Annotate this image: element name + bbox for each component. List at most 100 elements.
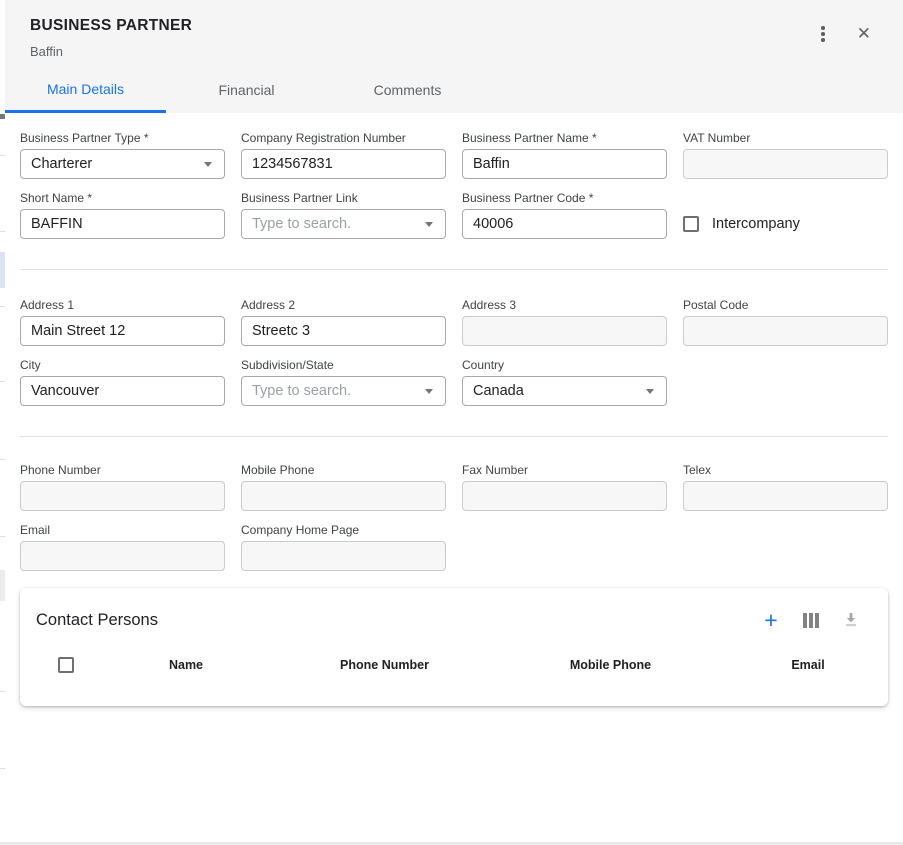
city-input[interactable] xyxy=(20,376,225,406)
field-subdivision-state: Subdivision/State Type to search. xyxy=(241,358,446,406)
tab-financial[interactable]: Financial xyxy=(166,67,327,113)
export-button[interactable] xyxy=(840,609,862,631)
field-label: Fax Number xyxy=(462,463,667,477)
field-vat-number: VAT Number xyxy=(683,131,888,179)
field-company-registration-number: Company Registration Number xyxy=(241,131,446,179)
subdivision-state-select[interactable]: Type to search. xyxy=(241,376,446,406)
field-label: Company Home Page xyxy=(241,523,446,537)
tab-main-details[interactable]: Main Details xyxy=(5,67,166,113)
field-label: Country xyxy=(462,358,667,372)
choose-columns-button[interactable] xyxy=(800,609,822,631)
field-label: Short Name * xyxy=(20,191,225,205)
field-address1: Address 1 xyxy=(20,298,225,346)
field-business-partner-code: Business Partner Code * xyxy=(462,191,667,239)
field-country: Country Canada xyxy=(462,358,667,406)
company-home-page-input[interactable] xyxy=(241,541,446,571)
short-name-input[interactable] xyxy=(20,209,225,239)
tab-bar: Main Details Financial Comments xyxy=(5,67,488,113)
contact-persons-card: Contact Persons + xyxy=(20,588,888,706)
business-partner-type-select[interactable]: Charterer xyxy=(20,149,225,179)
address3-input[interactable] xyxy=(462,316,667,346)
mobile-phone-input[interactable] xyxy=(241,481,446,511)
column-header-mobile-phone: Mobile Phone xyxy=(493,658,728,672)
download-icon xyxy=(843,612,859,628)
tab-comments[interactable]: Comments xyxy=(327,67,488,113)
field-telex: Telex xyxy=(683,463,888,511)
intercompany-label: Intercompany xyxy=(712,216,800,232)
business-partner-link-select[interactable]: Type to search. xyxy=(241,209,446,239)
screen: BUSINESS PARTNER Baffin ✕ Main Details F… xyxy=(0,0,903,845)
business-partner-name-input[interactable] xyxy=(462,149,667,179)
background-page-edge xyxy=(0,0,5,845)
kebab-menu-icon[interactable] xyxy=(815,22,831,46)
field-business-partner-type: Business Partner Type * Charterer xyxy=(20,131,225,179)
chevron-down-icon xyxy=(646,389,654,394)
chevron-down-icon xyxy=(425,389,433,394)
field-address3: Address 3 xyxy=(462,298,667,346)
field-intercompany: Intercompany xyxy=(683,191,888,239)
field-label: Company Registration Number xyxy=(241,131,446,145)
contact-persons-toolbar: + xyxy=(760,609,862,631)
field-address2: Address 2 xyxy=(241,298,446,346)
field-postal-code: Postal Code xyxy=(683,298,888,346)
section-divider xyxy=(20,269,888,270)
chevron-down-icon xyxy=(204,162,212,167)
field-label: Business Partner Link xyxy=(241,191,446,205)
columns-icon xyxy=(803,613,819,628)
field-label: Mobile Phone xyxy=(241,463,446,477)
postal-code-input[interactable] xyxy=(683,316,888,346)
fax-number-input[interactable] xyxy=(462,481,667,511)
plus-icon: + xyxy=(764,609,777,632)
main-details-panel: Business Partner Type * Charterer Compan… xyxy=(5,113,903,571)
dialog-header: BUSINESS PARTNER Baffin ✕ Main Details F… xyxy=(5,0,903,113)
field-phone-number: Phone Number xyxy=(20,463,225,511)
field-company-home-page: Company Home Page xyxy=(241,523,446,571)
field-city: City xyxy=(20,358,225,406)
field-label: Subdivision/State xyxy=(241,358,446,372)
field-label: City xyxy=(20,358,225,372)
dialog-subtitle: Baffin xyxy=(5,35,903,59)
column-header-phone-number: Phone Number xyxy=(276,658,493,672)
close-icon[interactable]: ✕ xyxy=(855,23,873,44)
column-header-email: Email xyxy=(728,658,888,672)
header-actions: ✕ xyxy=(815,22,873,46)
vat-number-input[interactable] xyxy=(683,149,888,179)
field-business-partner-name: Business Partner Name * xyxy=(462,131,667,179)
chevron-down-icon xyxy=(425,222,433,227)
business-partner-dialog: BUSINESS PARTNER Baffin ✕ Main Details F… xyxy=(5,0,903,842)
phone-number-input[interactable] xyxy=(20,481,225,511)
intercompany-checkbox[interactable] xyxy=(683,216,699,232)
select-all-checkbox[interactable] xyxy=(58,657,74,673)
select-value: Charterer xyxy=(31,156,92,172)
field-label: Phone Number xyxy=(20,463,225,477)
field-label: Business Partner Code * xyxy=(462,191,667,205)
field-label: Email xyxy=(20,523,225,537)
field-label: Postal Code xyxy=(683,298,888,312)
field-label: Address 3 xyxy=(462,298,667,312)
select-value: Canada xyxy=(473,383,524,399)
field-label: Business Partner Type * xyxy=(20,131,225,145)
field-label: Address 1 xyxy=(20,298,225,312)
field-label: Address 2 xyxy=(241,298,446,312)
address2-input[interactable] xyxy=(241,316,446,346)
section-divider xyxy=(20,436,888,437)
column-header-name: Name xyxy=(96,658,276,672)
field-short-name: Short Name * xyxy=(20,191,225,239)
dialog-title: BUSINESS PARTNER xyxy=(5,0,903,35)
contact-persons-title: Contact Persons xyxy=(36,611,158,630)
business-partner-code-input[interactable] xyxy=(462,209,667,239)
field-mobile-phone: Mobile Phone xyxy=(241,463,446,511)
select-placeholder: Type to search. xyxy=(252,216,351,232)
company-registration-number-input[interactable] xyxy=(241,149,446,179)
select-placeholder: Type to search. xyxy=(252,383,351,399)
field-business-partner-link: Business Partner Link Type to search. xyxy=(241,191,446,239)
field-label: Business Partner Name * xyxy=(462,131,667,145)
contact-persons-table-header: Name Phone Number Mobile Phone Email xyxy=(20,642,888,688)
country-select[interactable]: Canada xyxy=(462,376,667,406)
email-input[interactable] xyxy=(20,541,225,571)
address1-input[interactable] xyxy=(20,316,225,346)
field-fax-number: Fax Number xyxy=(462,463,667,511)
add-contact-button[interactable]: + xyxy=(760,609,782,631)
field-email: Email xyxy=(20,523,225,571)
telex-input[interactable] xyxy=(683,481,888,511)
